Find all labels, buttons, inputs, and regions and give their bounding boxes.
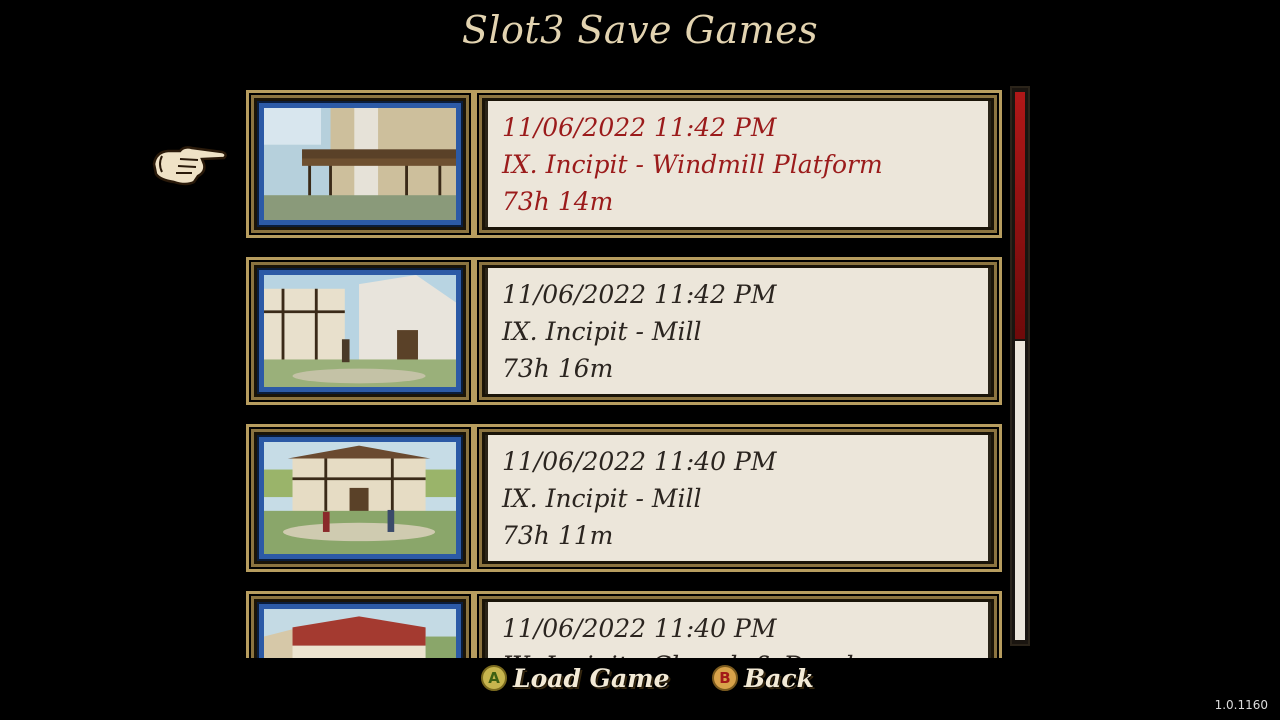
save-playtime: 73h 16m	[502, 354, 614, 383]
save-info-frame: 11/06/2022 11:42 PM IX. Incipit - Windmi…	[474, 90, 1002, 238]
save-location: IX. Incipit - Mill	[502, 317, 702, 346]
scrollbar-thumb[interactable]	[1015, 92, 1025, 339]
save-list[interactable]: 11/06/2022 11:42 PM IX. Incipit - Windmi…	[240, 78, 1010, 658]
save-info-frame: 11/06/2022 11:42 PM IX. Incipit - Mill 7…	[474, 257, 1002, 405]
a-button-icon: A	[481, 665, 507, 691]
save-thumbnail-mill-villagers	[259, 437, 461, 559]
save-slot-4[interactable]: 11/06/2022 11:40 PM IX. Incipit - Church…	[246, 591, 1002, 658]
save-info-panel: 11/06/2022 11:40 PM IX. Incipit - Mill 7…	[485, 435, 991, 561]
save-playtime: 73h 14m	[502, 187, 614, 216]
load-game-label: Load Game	[513, 663, 670, 693]
scrollbar-track	[1015, 341, 1025, 640]
save-slot-2[interactable]: 11/06/2022 11:42 PM IX. Incipit - Mill 7…	[246, 257, 1002, 405]
save-info-frame: 11/06/2022 11:40 PM IX. Incipit - Mill 7…	[474, 424, 1002, 572]
thumbnail-frame	[246, 591, 474, 658]
save-playtime: 73h 11m	[502, 521, 614, 550]
b-button-icon: B	[712, 665, 738, 691]
save-info-panel: 11/06/2022 11:42 PM IX. Incipit - Windmi…	[485, 101, 991, 227]
action-bar: A Load Game B Back	[0, 658, 1280, 698]
save-thumbnail-windmill-platform	[259, 103, 461, 225]
save-datetime: 11/06/2022 11:40 PM	[502, 614, 777, 643]
pointing-hand-icon	[152, 146, 227, 186]
save-location: IX. Incipit - Church & Druckers	[502, 647, 988, 658]
thumbnail-frame	[246, 90, 474, 238]
save-info-frame: 11/06/2022 11:40 PM IX. Incipit - Church…	[474, 591, 1002, 658]
save-games-screen: Slot3 Save Games 11/06/2022 11:42 PM IX.…	[0, 0, 1280, 720]
save-datetime: 11/06/2022 11:42 PM	[502, 280, 777, 309]
save-datetime: 11/06/2022 11:40 PM	[502, 447, 777, 476]
save-slot-3[interactable]: 11/06/2022 11:40 PM IX. Incipit - Mill 7…	[246, 424, 1002, 572]
version-label: 1.0.1160	[1214, 698, 1268, 712]
thumbnail-frame	[246, 257, 474, 405]
thumbnail-frame	[246, 424, 474, 572]
back-button[interactable]: B Back	[712, 658, 814, 698]
save-info-panel: 11/06/2022 11:40 PM IX. Incipit - Church…	[485, 602, 991, 658]
save-info-panel: 11/06/2022 11:42 PM IX. Incipit - Mill 7…	[485, 268, 991, 394]
save-location: IX. Incipit - Windmill Platform	[502, 150, 883, 179]
save-location: IX. Incipit - Mill	[502, 484, 702, 513]
page-title: Slot3 Save Games	[461, 8, 819, 52]
save-thumbnail-mill-street	[259, 270, 461, 392]
load-game-button[interactable]: A Load Game	[481, 658, 670, 698]
scrollbar[interactable]	[1010, 86, 1030, 646]
save-datetime: 11/06/2022 11:42 PM	[502, 113, 777, 142]
back-label: Back	[744, 663, 814, 693]
save-thumbnail-church-houses	[259, 604, 461, 658]
save-slot-1[interactable]: 11/06/2022 11:42 PM IX. Incipit - Windmi…	[246, 90, 1002, 238]
